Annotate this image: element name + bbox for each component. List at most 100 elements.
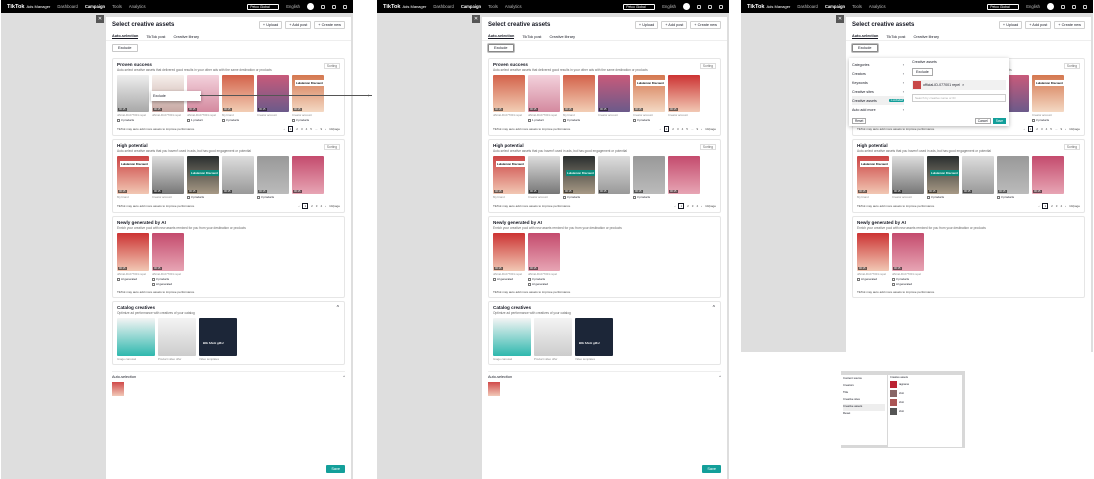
avatar[interactable] [1047,3,1054,10]
close-icon[interactable]: ✕ [96,15,104,23]
avatar[interactable] [683,3,690,10]
add-post-button[interactable]: + Add post [285,21,312,29]
preview-reset-button[interactable]: Reset [843,411,885,418]
nav-campaign[interactable]: Campaign [825,4,845,9]
nav-tools[interactable]: Tools [852,4,862,9]
close-icon[interactable]: ✕ [836,15,844,23]
wallet-icon[interactable] [697,4,701,9]
nav-campaign[interactable]: Campaign [85,4,105,9]
selected-asset-thumb[interactable] [488,382,500,396]
asset-thumb[interactable]: 00:15 Lululemon Discount My brand [117,156,149,199]
asset-thumb[interactable]: 00:15 official-ID-077001 repel AI generate… [493,233,525,286]
tab-auto-selection[interactable]: Auto-selection [852,34,879,39]
tab-creative-library[interactable]: Creative library [549,35,575,39]
remove-icon[interactable]: × [962,83,964,87]
asset-thumb[interactable]: 00:15 Lululemon Discount Creator account 3 … [633,75,665,122]
help-icon[interactable] [343,4,347,9]
asset-thumb[interactable]: 00:15 Lululemon Discount 3 products [187,156,219,199]
nav-analytics[interactable]: Analytics [869,4,886,9]
preview-row[interactable]: shot [890,399,960,406]
exclude-button[interactable]: Exclude [852,44,878,52]
asset-thumb[interactable]: 00:15 [222,156,254,199]
cancel-button[interactable]: Cancel [974,118,991,124]
asset-thumb[interactable]: 00:15 [598,156,630,199]
selected-asset-thumb[interactable] [112,382,124,396]
tab-auto-selection[interactable]: Auto-selection [112,34,139,39]
sort-dropdown[interactable]: Sorting [323,144,340,150]
asset-thumb[interactable]: 00:15 3 products [257,156,289,199]
asset-thumb[interactable]: 00:15 official-ID-077001 repel 3 products [117,75,149,122]
close-icon[interactable]: ✕ [472,15,480,23]
preview-row[interactable]: shot [890,408,960,415]
search-input[interactable]: Search by creative name or ID [912,94,1006,102]
category-item-selected[interactable]: Creative assets 1 excluded [852,96,904,105]
asset-thumb[interactable]: 00:15 official-ID-077001 repel 1 product [528,75,560,122]
sort-dropdown[interactable]: Sorting [699,144,716,150]
dropdown-save-button[interactable]: Save [992,118,1006,124]
asset-thumb[interactable]: 00:15 Creator account [152,156,184,199]
tab-auto-selection[interactable]: Auto-selection [488,34,515,39]
asset-thumb[interactable]: 00:15 [1032,156,1064,199]
bell-icon[interactable] [1072,4,1076,9]
category-item[interactable]: Creative sites › [852,87,904,96]
nav-dashboard[interactable]: Dashboard [797,4,818,9]
context-menu[interactable]: Exclude [151,91,201,101]
preview-row[interactable]: shot [890,390,960,397]
asset-thumb[interactable]: 00:15 [962,156,994,199]
exclude-menu-item[interactable]: Exclude [153,94,166,98]
add-post-button[interactable]: + Add post [1025,21,1052,29]
language-selector[interactable]: English [662,4,676,9]
create-new-button[interactable]: + Create new [1054,21,1085,29]
asset-thumb[interactable]: 00:15 [668,156,700,199]
bell-icon[interactable] [332,4,336,9]
asset-thumb[interactable]: 00:15 Lululemon Discount Creator account 3 … [292,75,324,122]
asset-thumb[interactable]: 00:15 3 products [997,156,1029,199]
collapse-icon[interactable]: ^ [713,305,715,311]
upload-button[interactable]: + Upload [634,21,659,29]
language-selector[interactable]: English [286,4,300,9]
category-item[interactable]: Categories › [852,60,904,69]
create-new-button[interactable]: + Create new [314,21,345,29]
tab-tiktok-post[interactable]: TikTok post [522,35,541,39]
save-button[interactable]: Save [702,465,721,473]
asset-thumb[interactable]: 00:15 official-ID-077001 repel AI generate… [117,233,149,286]
pagination[interactable]: ‹ 1 2 3 4 › 10/page [298,203,340,209]
sort-dropdown[interactable]: Sorting [1063,144,1080,150]
avatar[interactable] [307,3,314,10]
asset-thumb[interactable]: 00:15 official-ID-077001 repel 3 products A… [528,233,560,286]
help-icon[interactable] [719,4,723,9]
excluded-asset-chip[interactable]: official-ID-077001 repel × [912,80,1006,90]
account-selector[interactable]: Petco Global [623,3,656,10]
asset-thumb[interactable]: 00:15 Creator account [668,75,700,122]
catalog-item[interactable]: BIG SALE gifts! Video templates [575,318,613,361]
upload-button[interactable]: + Upload [998,21,1023,29]
reset-button[interactable]: Reset [852,118,867,124]
catalog-item[interactable]: Product video offer [158,318,196,361]
upload-button[interactable]: + Upload [258,21,283,29]
catalog-item[interactable]: Image carousel [117,318,155,361]
exclude-option-button[interactable]: Exclude [912,68,933,76]
catalog-item[interactable]: Image carousel [493,318,531,361]
pagination[interactable]: ‹ 1 2 3 4 › 10/page [1038,203,1080,209]
pagination[interactable]: ‹ 1 2 3 4 5... 9 › 10/page [660,126,716,132]
catalog-item[interactable]: Product video offer [534,318,572,361]
tab-creative-library[interactable]: Creative library [913,35,939,39]
sort-dropdown[interactable]: Sorting [1063,63,1080,69]
exclude-button[interactable]: Exclude [112,44,138,52]
exclude-button[interactable]: Exclude [488,44,514,52]
create-new-button[interactable]: + Create new [690,21,721,29]
tab-tiktok-post[interactable]: TikTok post [146,35,165,39]
asset-thumb[interactable]: Lululemon Discount Creator account 3 produ… [1032,75,1064,122]
help-icon[interactable] [1083,4,1087,9]
pagination[interactable]: ‹ 1 2 3 4 › 10/page [674,203,716,209]
nav-tools[interactable]: Tools [488,4,498,9]
wallet-icon[interactable] [1061,4,1065,9]
asset-thumb[interactable]: 00:15 official-ID-077001 repel AI generate… [857,233,889,286]
nav-analytics[interactable]: Analytics [129,4,146,9]
asset-thumb[interactable]: 00:15 Lululemon Discount My brand [857,156,889,199]
bell-icon[interactable] [708,4,712,9]
tab-tiktok-post[interactable]: TikTok post [886,35,905,39]
asset-thumb[interactable]: 00:15 Creator account [892,156,924,199]
nav-analytics[interactable]: Analytics [505,4,522,9]
collapse-icon[interactable]: ^ [337,305,339,311]
